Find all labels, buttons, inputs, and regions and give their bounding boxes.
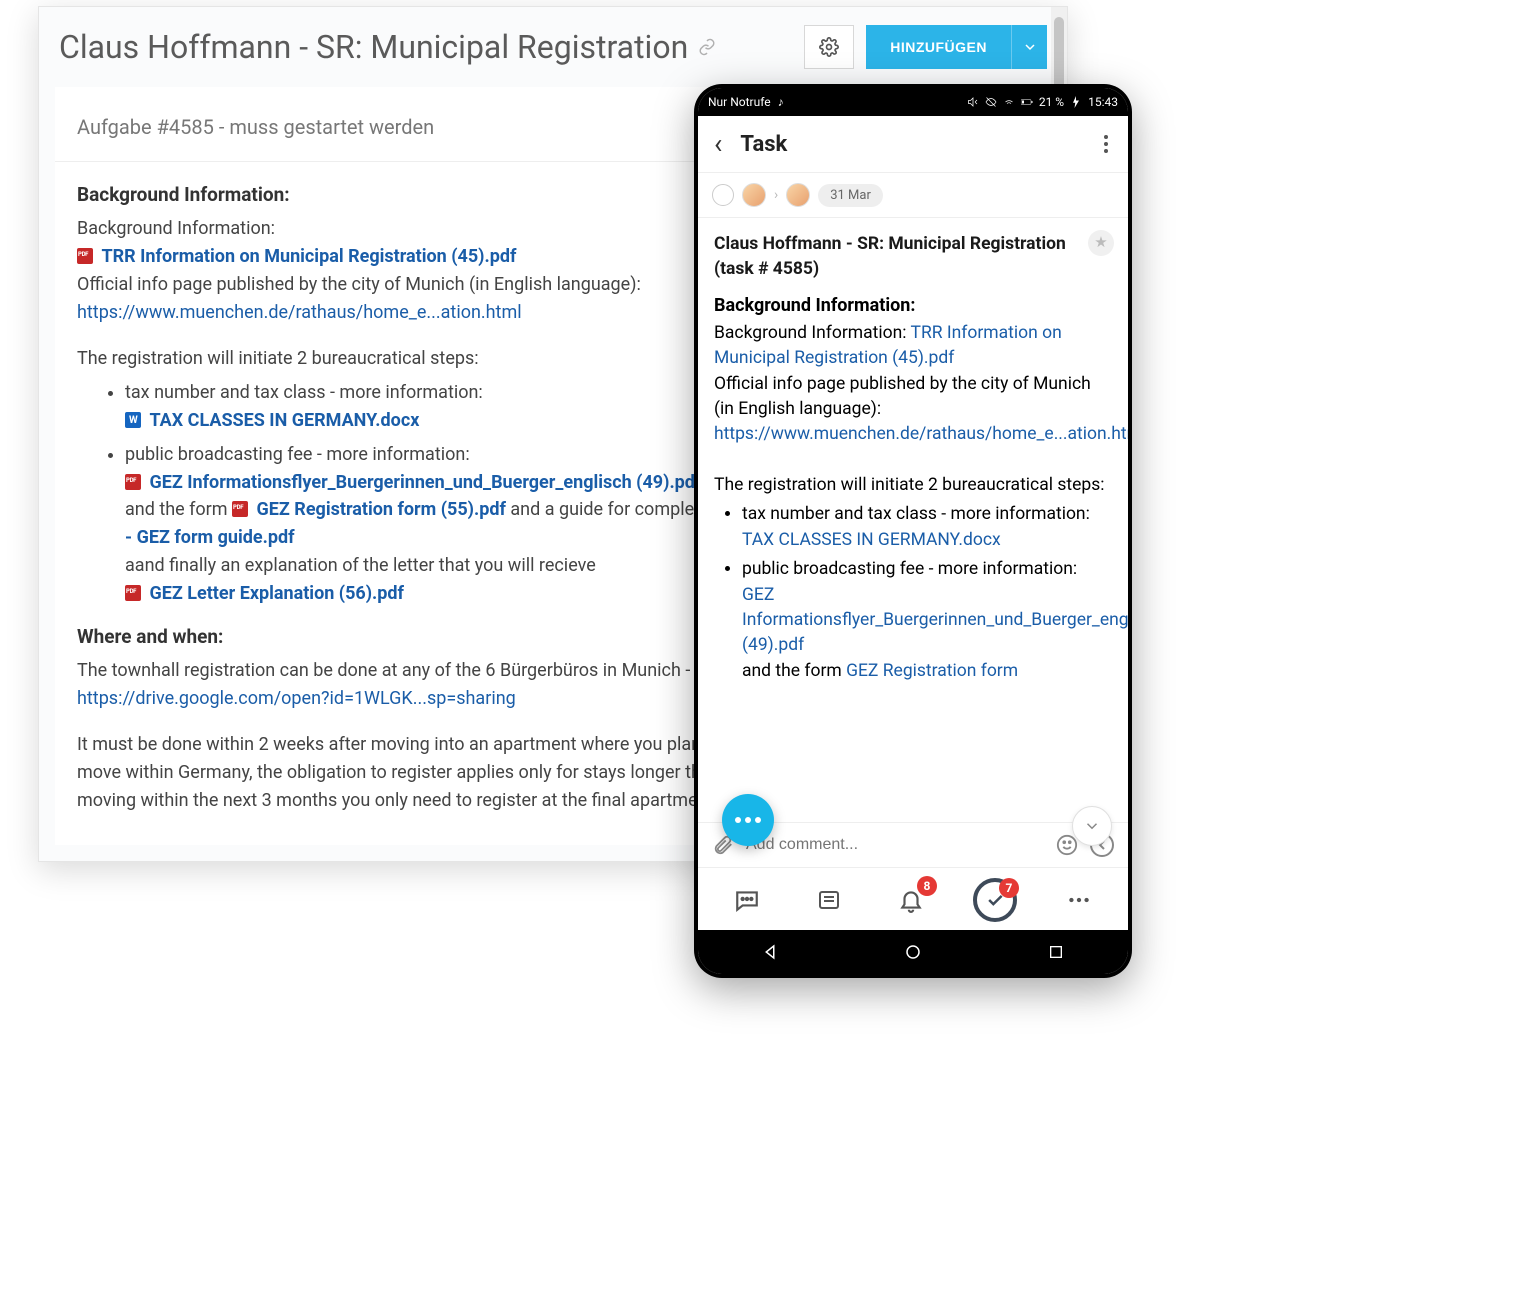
- link-drive[interactable]: https://drive.google.com/open?id=1WLGK..…: [77, 688, 516, 709]
- status-bar: Nur Notrufe ♪ 21 % 15:43: [698, 88, 1128, 116]
- link-muenchen[interactable]: https://www.muenchen.de/rathaus/home_e..…: [77, 302, 522, 323]
- android-nav-bar: [698, 930, 1128, 974]
- avatar[interactable]: [786, 183, 810, 207]
- chevron-down-icon: [1083, 817, 1101, 835]
- settings-button[interactable]: [804, 25, 854, 69]
- file-link-gez-flyer[interactable]: GEZ Informationsflyer_Buergerinnen_und_B…: [742, 585, 1128, 656]
- li2-text: public broadcasting fee - more informati…: [125, 444, 470, 465]
- more-menu-button[interactable]: [1100, 131, 1112, 157]
- file-link-gez-reg[interactable]: GEZ Registration form (55).pdf: [257, 499, 506, 520]
- list-item: public broadcasting fee - more informati…: [742, 557, 1112, 684]
- square-recents-icon: [1048, 944, 1064, 960]
- status-circle[interactable]: [712, 184, 734, 206]
- notifications-badge: 8: [917, 876, 937, 896]
- link-muenchen[interactable]: https://www.muenchen.de/rathaus/home_e..…: [714, 424, 1128, 444]
- bg-label: Background Information:: [714, 323, 911, 343]
- nav-more[interactable]: [1059, 880, 1099, 920]
- android-home[interactable]: [903, 942, 923, 962]
- phone-frame: Nur Notrufe ♪ 21 % 15:43 ‹ Task: [694, 84, 1132, 978]
- page-title: Claus Hoffmann - SR: Municipal Registrat…: [59, 28, 716, 66]
- chat-icon: [734, 887, 760, 913]
- desktop-header: Claus Hoffmann - SR: Municipal Registrat…: [39, 7, 1067, 87]
- breadcrumb: › 31 Mar: [698, 173, 1128, 218]
- android-recents[interactable]: [1046, 942, 1066, 962]
- li2-text: public broadcasting fee - more informati…: [742, 559, 1077, 579]
- file-link-tax[interactable]: TAX CLASSES IN GERMANY.docx: [149, 410, 419, 431]
- comment-input[interactable]: [746, 836, 1044, 854]
- li1-text: tax number and tax class - more informat…: [742, 504, 1090, 524]
- heading-background: Background Information:: [714, 293, 1112, 319]
- add-split-button: HINZUFÜGEN: [866, 25, 1047, 69]
- nav-feed[interactable]: [809, 880, 849, 920]
- android-back[interactable]: [760, 942, 780, 962]
- favorite-star-icon[interactable]: ★: [1088, 230, 1114, 256]
- chevron-right-icon: ›: [774, 187, 778, 203]
- status-time: 15:43: [1088, 95, 1118, 109]
- bg-line: Background Information: TRR Information …: [714, 321, 1112, 372]
- bottom-nav: 8 7: [698, 867, 1128, 930]
- li2-explain: aand finally an explanation of the lette…: [125, 555, 596, 576]
- pdf-icon: [232, 501, 248, 517]
- link-icon[interactable]: [698, 38, 716, 56]
- phone-title-heading: Task: [740, 132, 787, 157]
- caret-down-icon: [1025, 42, 1035, 52]
- pdf-icon: [77, 248, 93, 264]
- official-text: Official info page published by the city…: [714, 372, 1112, 423]
- dots-icon: [735, 817, 761, 823]
- li2-and-form: and the form: [742, 661, 846, 681]
- avatar[interactable]: [742, 183, 766, 207]
- wifi-icon: [1003, 96, 1015, 108]
- eye-off-icon: [985, 96, 997, 108]
- status-carrier: Nur Notrufe ♪: [708, 95, 784, 109]
- li1-text: tax number and tax class - more informat…: [125, 382, 483, 403]
- carrier-text: Nur Notrufe: [708, 95, 771, 109]
- add-dropdown-button[interactable]: [1011, 25, 1047, 69]
- nav-chat[interactable]: [727, 880, 767, 920]
- header-actions: HINZUFÜGEN: [804, 25, 1047, 69]
- gear-icon: [819, 37, 839, 57]
- nav-tasks[interactable]: 7: [973, 878, 1017, 922]
- task-title: Claus Hoffmann - SR: Municipal Registrat…: [714, 232, 1112, 283]
- phone-header: ‹ Task: [698, 116, 1128, 173]
- title-text: Claus Hoffmann - SR: Municipal Registrat…: [59, 28, 688, 66]
- tasks-badge: 7: [999, 878, 1019, 898]
- file-link-tax[interactable]: TAX CLASSES IN GERMANY.docx: [742, 530, 1001, 550]
- date-badge[interactable]: 31 Mar: [818, 184, 883, 207]
- add-button[interactable]: HINZUFÜGEN: [866, 25, 1011, 69]
- nav-notifications[interactable]: 8: [891, 880, 931, 920]
- file-link-gez-flyer[interactable]: GEZ Informationsflyer_Buergerinnen_und_B…: [149, 472, 701, 493]
- doc-icon: [125, 412, 141, 428]
- charging-icon: [1070, 96, 1082, 108]
- pdf-icon: [125, 474, 141, 490]
- phone-content: ★ Claus Hoffmann - SR: Municipal Registr…: [698, 218, 1128, 822]
- status-right: 21 % 15:43: [967, 95, 1118, 109]
- li2-and-form: and the form: [125, 499, 232, 520]
- battery-icon: [1021, 96, 1033, 108]
- steps-list: tax number and tax class - more informat…: [742, 502, 1112, 684]
- circle-home-icon: [904, 943, 922, 961]
- reg-steps-intro: The registration will initiate 2 bureauc…: [714, 473, 1112, 498]
- list-item: tax number and tax class - more informat…: [742, 502, 1112, 553]
- scroll-down-button[interactable]: [1072, 806, 1112, 846]
- triangle-back-icon: [761, 943, 779, 961]
- feed-icon: [817, 888, 841, 912]
- more-icon: [1066, 887, 1092, 913]
- back-button[interactable]: ‹: [714, 130, 722, 158]
- fab-button[interactable]: [722, 794, 774, 846]
- music-icon: ♪: [778, 95, 784, 109]
- mute-icon: [967, 96, 979, 108]
- file-link-gez-letter[interactable]: GEZ Letter Explanation (56).pdf: [149, 583, 404, 604]
- pdf-icon: [125, 585, 141, 601]
- file-link-gez-reg[interactable]: GEZ Registration form: [846, 661, 1018, 681]
- battery-pct: 21 %: [1039, 95, 1064, 109]
- phone-screen: Nur Notrufe ♪ 21 % 15:43 ‹ Task: [698, 88, 1128, 974]
- file-link-trr[interactable]: TRR Information on Municipal Registratio…: [101, 246, 516, 267]
